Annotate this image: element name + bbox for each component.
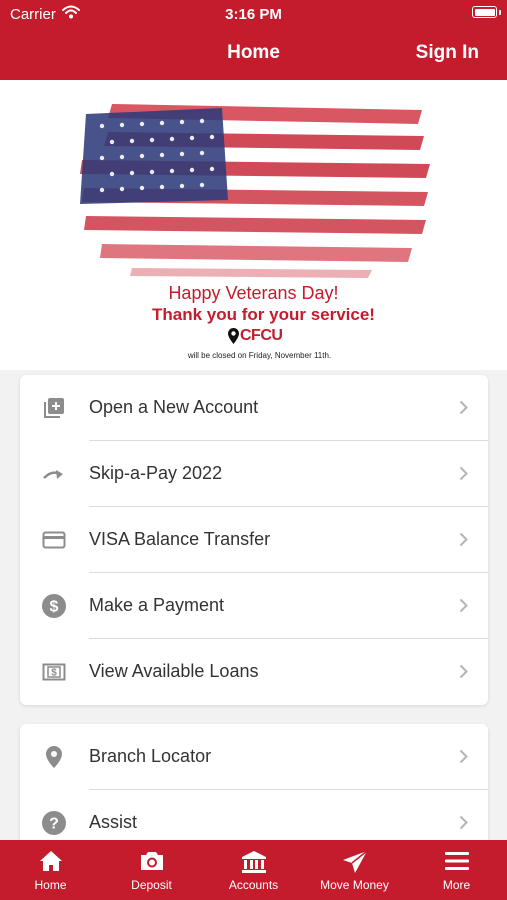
chevron-right-icon — [459, 749, 468, 764]
help-circle-icon: ? — [42, 811, 66, 835]
location-pin-logo-icon — [228, 328, 239, 344]
battery-nub — [499, 10, 501, 15]
chevron-right-icon — [459, 598, 468, 613]
menu-item-label: VISA Balance Transfer — [89, 529, 271, 549]
menu-icon — [444, 852, 469, 870]
home-icon — [39, 851, 62, 871]
banner-headline: Happy Veterans Day! — [168, 283, 339, 303]
menu-item-make-payment[interactable]: $ Make a Payment — [20, 573, 488, 639]
tab-more[interactable]: More — [406, 840, 507, 900]
menu-item-view-loans[interactable]: $ View Available Loans — [20, 639, 488, 705]
american-flag-image — [80, 104, 430, 278]
menu-item-label: Make a Payment — [89, 595, 225, 615]
menu-item-visa-balance-transfer[interactable]: VISA Balance Transfer — [20, 507, 488, 573]
menu-item-label: Assist — [89, 812, 138, 832]
tab-label: Accounts — [228, 878, 279, 892]
tab-label: Deposit — [131, 878, 172, 892]
tab-deposit[interactable]: Deposit — [101, 840, 202, 900]
chevron-right-icon — [459, 466, 468, 481]
menu-item-skip-a-pay[interactable]: Skip-a-Pay 2022 — [20, 441, 488, 507]
logo-text: CFCU — [240, 327, 283, 344]
location-pin-icon — [46, 746, 62, 768]
credit-card-icon — [42, 531, 66, 549]
camera-icon — [140, 852, 163, 870]
banner-note: will be closed on Friday, November 11th. — [187, 351, 332, 360]
tab-move-money[interactable]: Move Money — [304, 840, 405, 900]
bank-icon — [241, 851, 266, 873]
battery-icon — [472, 6, 497, 18]
tab-label: Move Money — [320, 878, 389, 892]
bottom-tab-bar: Home Deposit Accounts Move Money More — [0, 840, 507, 900]
banner-subheadline: Thank you for your service! — [152, 305, 375, 324]
secondary-menu-card: Branch Locator ? Assist — [20, 724, 488, 856]
tab-label: Home — [34, 878, 67, 892]
tab-accounts[interactable]: Accounts — [203, 840, 304, 900]
menu-item-branch-locator[interactable]: Branch Locator — [20, 724, 488, 790]
tab-label: More — [442, 878, 471, 892]
chevron-right-icon — [459, 400, 468, 415]
menu-item-label: Open a New Account — [89, 397, 259, 417]
top-bar: Carrier 3:16 PM Home Sign In — [0, 0, 507, 80]
chevron-right-icon — [459, 532, 468, 547]
status-time: 3:16 PM — [225, 6, 282, 23]
chevron-right-icon — [459, 815, 468, 830]
menu-item-open-account[interactable]: Open a New Account — [20, 375, 488, 441]
send-icon — [342, 850, 367, 873]
menu-item-label: Skip-a-Pay 2022 — [89, 463, 223, 483]
svg-text:$: $ — [50, 599, 59, 616]
primary-menu-card: Open a New Account Skip-a-Pay 2022 VISA … — [20, 375, 488, 705]
dollar-circle-icon: $ — [42, 594, 66, 618]
menu-item-label: View Available Loans — [89, 661, 259, 681]
cfcu-logo: CFCU — [228, 327, 283, 345]
add-box-icon — [44, 398, 64, 418]
tab-home[interactable]: Home — [0, 840, 101, 900]
money-bill-icon: $ — [42, 663, 66, 681]
sign-in-button[interactable]: Sign In — [416, 42, 479, 64]
svg-text:$: $ — [51, 668, 57, 679]
redo-arrow-icon — [43, 470, 63, 479]
menu-item-label: Branch Locator — [89, 746, 212, 766]
veterans-day-banner[interactable]: Happy Veterans Day! Thank you for your s… — [0, 80, 507, 370]
svg-text:?: ? — [49, 816, 59, 833]
chevron-right-icon — [459, 664, 468, 679]
